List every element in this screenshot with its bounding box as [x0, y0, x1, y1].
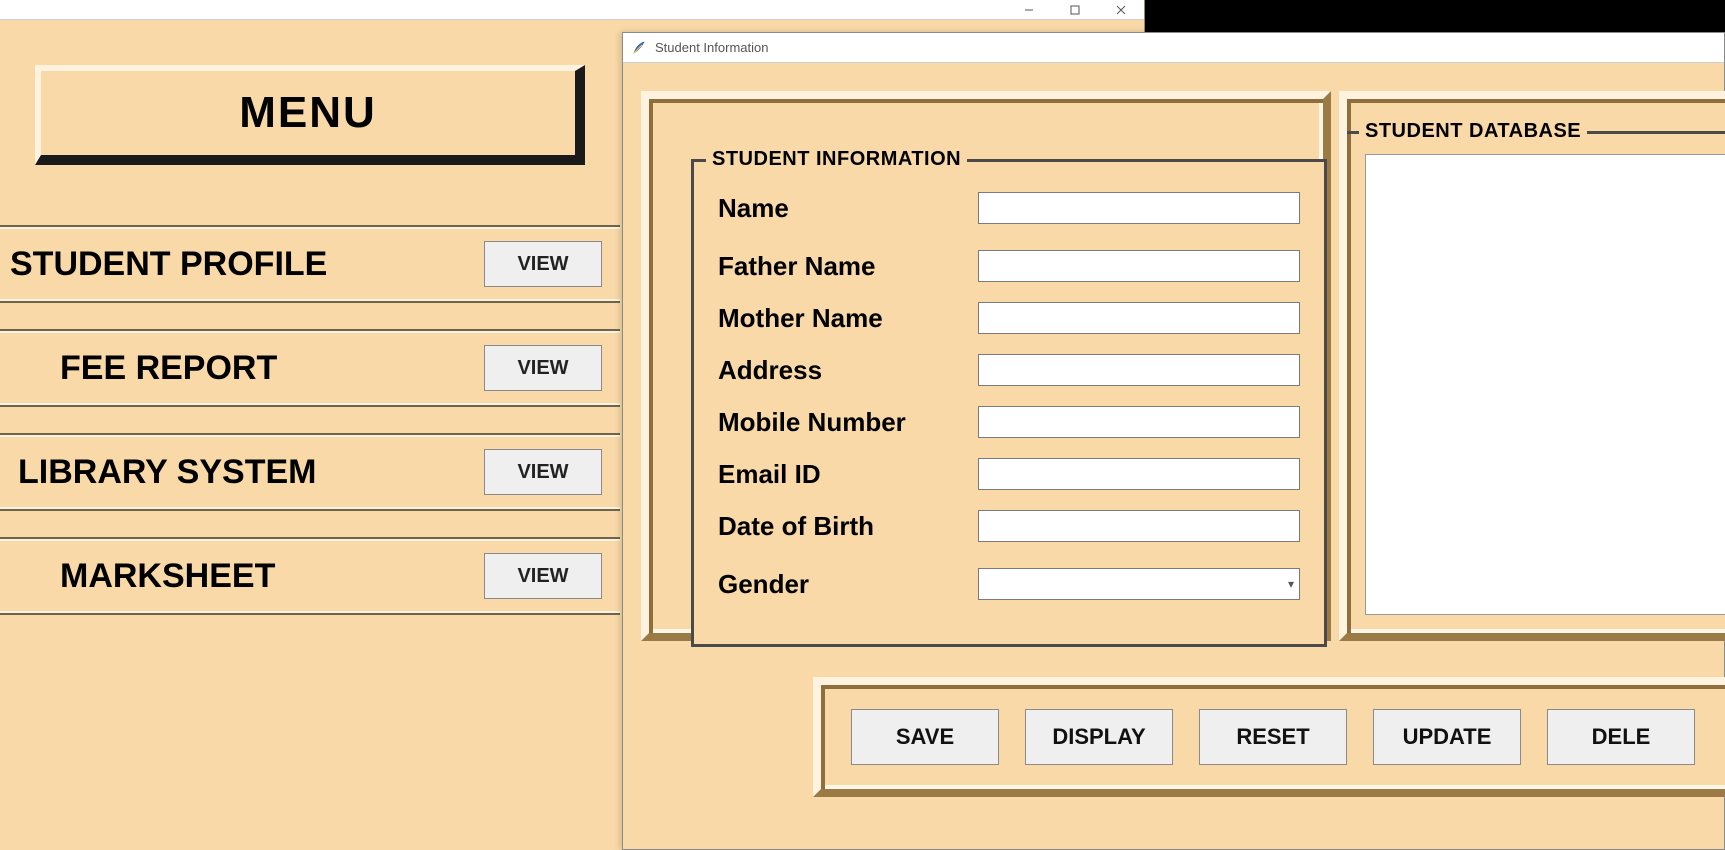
student-information-labelframe: STUDENT INFORMATION Name Father Name Mot… [691, 159, 1327, 647]
student-information-title: Student Information [655, 40, 768, 55]
view-button-marksheet[interactable]: VIEW [484, 553, 602, 599]
combo-gender[interactable]: ▾ [978, 568, 1300, 600]
form-row-dob: Date of Birth [718, 506, 1300, 546]
input-mother-name[interactable] [978, 302, 1300, 334]
menu-label-fee-report: FEE REPORT [10, 349, 277, 388]
label-address: Address [718, 355, 978, 386]
student-information-window: Student Information STUDENT INFORMATION … [622, 32, 1725, 850]
parent-titlebar [0, 0, 1144, 20]
menu-header: MENU [35, 65, 585, 165]
menu-row-library-system: LIBRARY SYSTEM VIEW [0, 433, 620, 511]
form-row-mother-name: Mother Name [718, 298, 1300, 338]
student-database-listbox[interactable] [1365, 154, 1725, 615]
student-information-legend: STUDENT INFORMATION [706, 148, 967, 171]
close-button[interactable] [1098, 0, 1144, 20]
combo-gender-input[interactable] [978, 568, 1300, 600]
menu-label-student-profile: STUDENT PROFILE [10, 245, 327, 284]
view-button-library-system[interactable]: VIEW [484, 449, 602, 495]
menu-label-library-system: LIBRARY SYSTEM [10, 453, 316, 492]
label-name: Name [718, 193, 978, 224]
maximize-icon [1070, 5, 1080, 15]
minimize-button[interactable] [1006, 0, 1052, 20]
label-father-name: Father Name [718, 251, 978, 282]
form-row-mobile: Mobile Number [718, 402, 1300, 442]
student-database-outer-frame: STUDENT DATABASE [1339, 91, 1725, 641]
desktop-background-sliver [1145, 0, 1725, 32]
label-email: Email ID [718, 459, 978, 490]
delete-button[interactable]: DELE [1547, 709, 1695, 765]
update-button[interactable]: UPDATE [1373, 709, 1521, 765]
reset-button[interactable]: RESET [1199, 709, 1347, 765]
menu-row-marksheet: MARKSHEET VIEW [0, 537, 620, 615]
label-gender: Gender [718, 569, 978, 600]
student-database-legend: STUDENT DATABASE [1359, 120, 1587, 143]
menu-row-fee-report: FEE REPORT VIEW [0, 329, 620, 407]
student-database-legend-wrap: STUDENT DATABASE [1347, 131, 1725, 134]
form-row-gender: Gender ▾ [718, 564, 1300, 604]
input-name[interactable] [978, 192, 1300, 224]
tk-feather-icon [631, 40, 647, 56]
student-information-titlebar[interactable]: Student Information [623, 33, 1724, 63]
menu-label-marksheet: MARKSHEET [10, 557, 275, 596]
student-information-body: STUDENT INFORMATION Name Father Name Mot… [623, 63, 1724, 849]
form-row-father-name: Father Name [718, 246, 1300, 286]
action-button-bar-frame: SAVE DISPLAY RESET UPDATE DELE [813, 677, 1725, 797]
label-mother-name: Mother Name [718, 303, 978, 334]
form-row-address: Address [718, 350, 1300, 390]
student-information-form: Name Father Name Mother Name Address [718, 188, 1300, 616]
menu-row-student-profile: STUDENT PROFILE VIEW [0, 225, 620, 303]
label-mobile: Mobile Number [718, 407, 978, 438]
input-address[interactable] [978, 354, 1300, 386]
maximize-button[interactable] [1052, 0, 1098, 20]
menu-panel: MENU STUDENT PROFILE VIEW FEE REPORT VIE… [0, 20, 620, 850]
form-row-name: Name [718, 188, 1300, 228]
input-mobile[interactable] [978, 406, 1300, 438]
student-information-outer-frame: STUDENT INFORMATION Name Father Name Mot… [641, 91, 1331, 641]
form-row-email: Email ID [718, 454, 1300, 494]
input-father-name[interactable] [978, 250, 1300, 282]
view-button-student-profile[interactable]: VIEW [484, 241, 602, 287]
close-icon [1116, 5, 1126, 15]
input-dob[interactable] [978, 510, 1300, 542]
minimize-icon [1024, 5, 1034, 15]
input-email[interactable] [978, 458, 1300, 490]
view-button-fee-report[interactable]: VIEW [484, 345, 602, 391]
save-button[interactable]: SAVE [851, 709, 999, 765]
action-button-bar: SAVE DISPLAY RESET UPDATE DELE [839, 703, 1725, 771]
label-dob: Date of Birth [718, 511, 978, 542]
display-button[interactable]: DISPLAY [1025, 709, 1173, 765]
